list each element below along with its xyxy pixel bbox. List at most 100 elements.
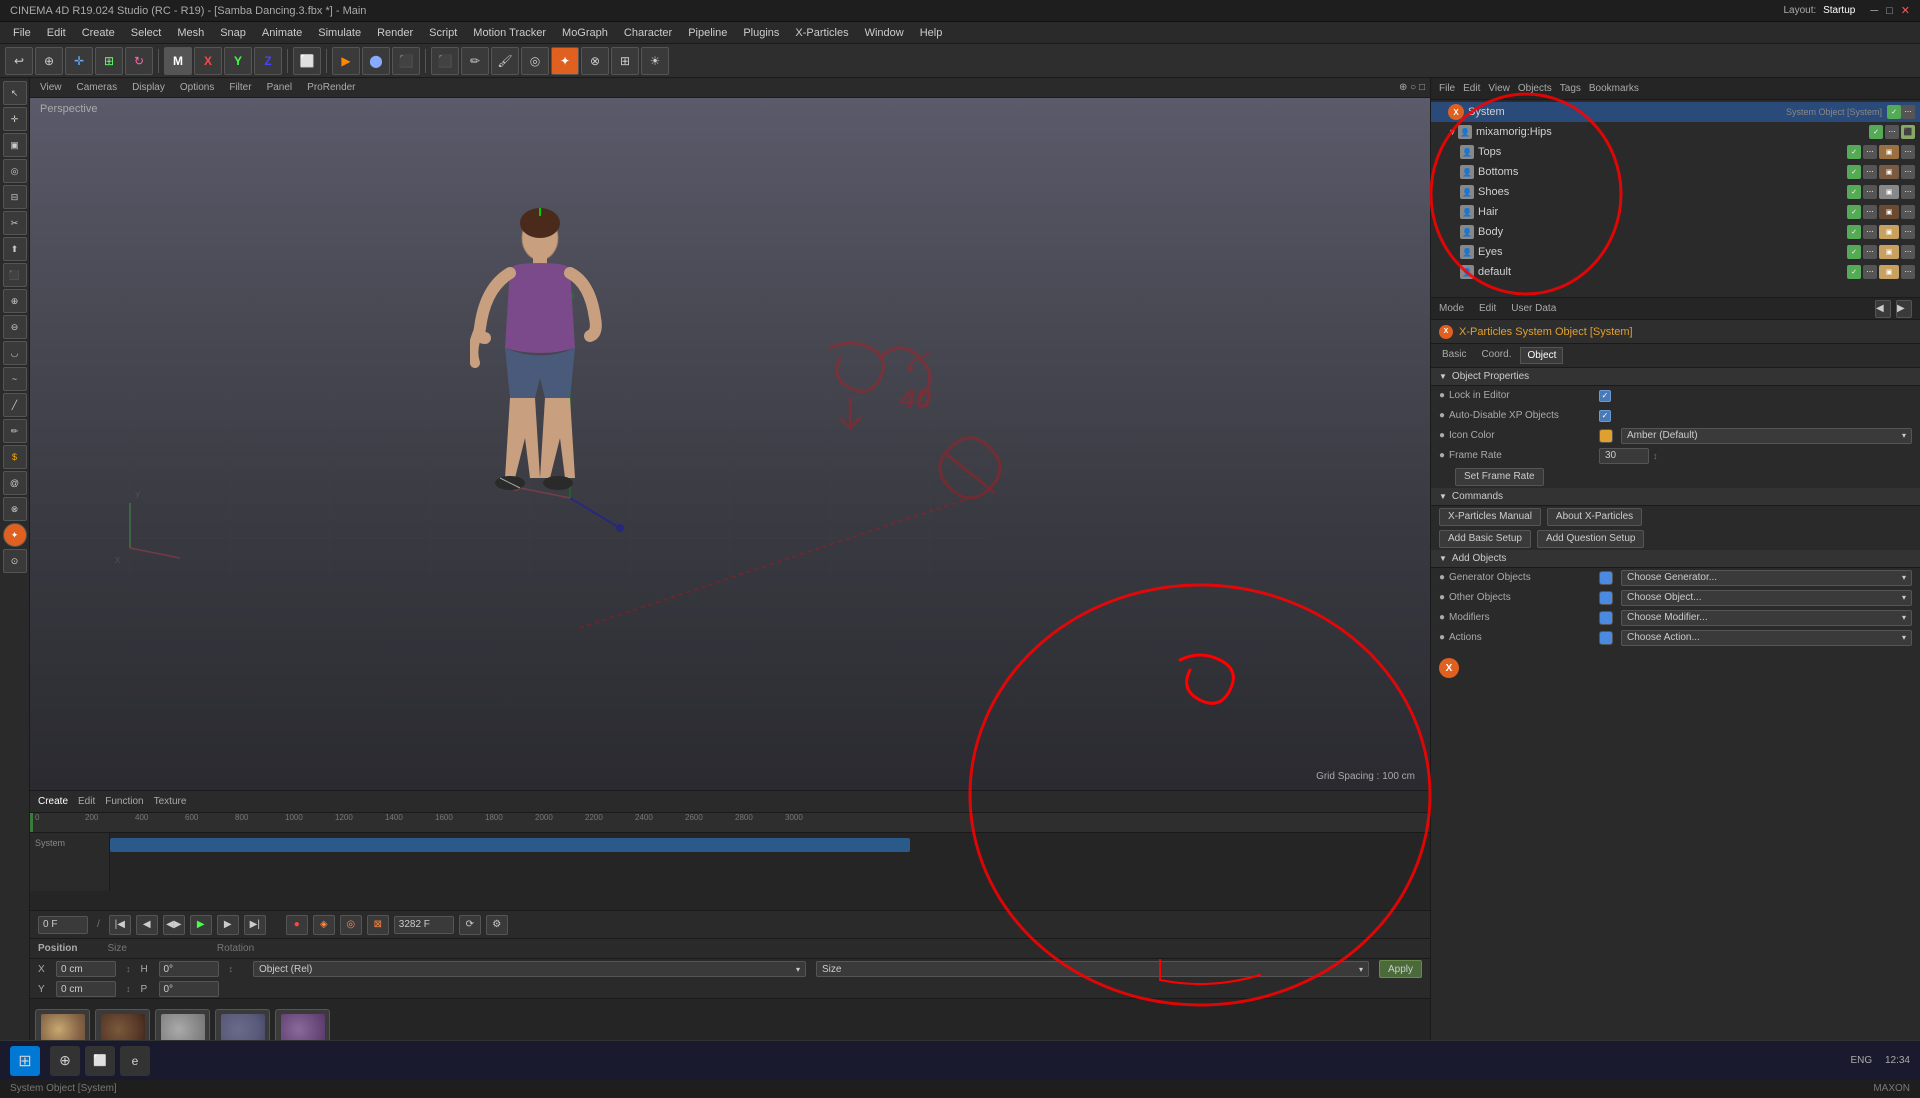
- about-xp-btn[interactable]: About X-Particles: [1547, 508, 1642, 526]
- menu-animate[interactable]: Animate: [254, 27, 310, 39]
- axis-y-btn[interactable]: Y: [224, 47, 252, 75]
- light-btn[interactable]: ☀: [641, 47, 669, 75]
- props-prev-btn[interactable]: ◀: [1875, 300, 1891, 318]
- tab-basic[interactable]: Basic: [1436, 347, 1472, 364]
- sculpt-btn[interactable]: ◎: [521, 47, 549, 75]
- obj-row-bottoms[interactable]: 👤 Bottoms ✓ ⋯ ▣ ⋯: [1431, 162, 1920, 182]
- lt-dollar-btn[interactable]: $: [3, 445, 27, 469]
- obj-row-shoes[interactable]: 👤 Shoes ✓ ⋯ ▣ ⋯: [1431, 182, 1920, 202]
- minimize-btn[interactable]: ─: [1870, 5, 1878, 17]
- lt-pen-btn[interactable]: ✏: [3, 419, 27, 443]
- menu-snap[interactable]: Snap: [212, 27, 254, 39]
- x-pos-field[interactable]: 0 cm: [56, 961, 116, 977]
- coord-system-dropdown[interactable]: Object (Rel) ▾: [253, 961, 806, 977]
- vp-tab-view[interactable]: View: [35, 82, 67, 93]
- props-menu-edit[interactable]: Edit: [1479, 303, 1496, 314]
- tl-tab-create[interactable]: Create: [38, 796, 68, 807]
- obj-props-section[interactable]: ▼ Object Properties: [1431, 368, 1920, 386]
- modifiers-dropdown[interactable]: Choose Modifier... ▾: [1621, 610, 1912, 626]
- menu-pipeline[interactable]: Pipeline: [680, 27, 735, 39]
- go-end-btn[interactable]: ▶|: [244, 915, 266, 935]
- props-menu-mode[interactable]: Mode: [1439, 303, 1464, 314]
- prev-frame-btn[interactable]: ◀: [136, 915, 158, 935]
- add-objects-section[interactable]: ▼ Add Objects: [1431, 550, 1920, 568]
- menu-file[interactable]: File: [5, 27, 39, 39]
- lt-line-btn[interactable]: ╱: [3, 393, 27, 417]
- render-btn[interactable]: ⬛: [392, 47, 420, 75]
- menu-window[interactable]: Window: [857, 27, 912, 39]
- menu-mesh[interactable]: Mesh: [169, 27, 212, 39]
- menu-motion-tracker[interactable]: Motion Tracker: [465, 27, 554, 39]
- p-rot-field[interactable]: 0°: [159, 981, 219, 997]
- next-frame-btn[interactable]: ▶: [217, 915, 239, 935]
- lt-misc-btn[interactable]: ⊙: [3, 549, 27, 573]
- rotate-btn[interactable]: ↻: [125, 47, 153, 75]
- props-next-btn[interactable]: ▶: [1896, 300, 1912, 318]
- tab-coord[interactable]: Coord.: [1475, 347, 1517, 364]
- axis-x-btn[interactable]: X: [194, 47, 222, 75]
- anim-btn[interactable]: ▶: [332, 47, 360, 75]
- lt-knife-btn[interactable]: ✂: [3, 211, 27, 235]
- menu-plugins[interactable]: Plugins: [735, 27, 787, 39]
- add-basic-setup-btn[interactable]: Add Basic Setup: [1439, 530, 1531, 548]
- generator-dropdown[interactable]: Choose Generator... ▾: [1621, 570, 1912, 586]
- obj-row-hair[interactable]: 👤 Hair ✓ ⋯ ▣ ⋯: [1431, 202, 1920, 222]
- object-mode-btn[interactable]: ⬜: [293, 47, 321, 75]
- obj-row-default[interactable]: 👤 default ✓ ⋯ ▣ ⋯: [1431, 262, 1920, 282]
- current-frame-field[interactable]: 0 F: [38, 916, 88, 934]
- loop-btn[interactable]: ⟳: [459, 915, 481, 935]
- obj-menu-bookmarks[interactable]: Bookmarks: [1589, 83, 1639, 94]
- settings-btn[interactable]: ⚙: [486, 915, 508, 935]
- obj-row-system[interactable]: X System System Object [System] ✓ ⋯: [1431, 102, 1920, 122]
- y-pos-field[interactable]: 0 cm: [56, 981, 116, 997]
- other-dropdown[interactable]: Choose Object... ▾: [1621, 590, 1912, 606]
- lt-deform-btn[interactable]: ⊗: [3, 497, 27, 521]
- obj-menu-file[interactable]: File: [1439, 83, 1455, 94]
- record-scale-btn[interactable]: ⊠: [367, 915, 389, 935]
- obj-menu-objects[interactable]: Objects: [1518, 83, 1552, 94]
- vp-tab-options[interactable]: Options: [175, 82, 219, 93]
- record-rot-btn[interactable]: ◎: [340, 915, 362, 935]
- cube-btn[interactable]: ⬛: [431, 47, 459, 75]
- props-menu-userdata[interactable]: User Data: [1511, 303, 1556, 314]
- undo-btn[interactable]: ↩: [5, 47, 33, 75]
- lt-extrude-btn[interactable]: ⬆: [3, 237, 27, 261]
- tl-tab-edit[interactable]: Edit: [78, 796, 95, 807]
- lt-fill-btn[interactable]: ⬛: [3, 263, 27, 287]
- taskbar-edge-btn[interactable]: e: [120, 1046, 150, 1076]
- obj-row-tops[interactable]: 👤 Tops ✓ ⋯ ▣ ⋯: [1431, 142, 1920, 162]
- commands-section[interactable]: ▼ Commands: [1431, 488, 1920, 506]
- menu-select[interactable]: Select: [123, 27, 170, 39]
- tab-object[interactable]: Object: [1520, 347, 1563, 364]
- render-view-btn[interactable]: ⬤: [362, 47, 390, 75]
- lt-viewport-btn[interactable]: ▣: [3, 133, 27, 157]
- mograph-btn[interactable]: ⊗: [581, 47, 609, 75]
- obj-row-body[interactable]: 👤 Body ✓ ⋯ ▣ ⋯: [1431, 222, 1920, 242]
- obj-menu-edit[interactable]: Edit: [1463, 83, 1480, 94]
- h-rot-field[interactable]: 0°: [159, 961, 219, 977]
- menu-xparticles[interactable]: X-Particles: [787, 27, 856, 39]
- scale-btn[interactable]: ⊞: [95, 47, 123, 75]
- camera-btn[interactable]: ⊞: [611, 47, 639, 75]
- obj-menu-view[interactable]: View: [1488, 83, 1510, 94]
- close-btn[interactable]: ✕: [1901, 4, 1910, 17]
- tl-tab-texture[interactable]: Texture: [154, 796, 187, 807]
- vp-tab-cameras[interactable]: Cameras: [72, 82, 123, 93]
- vp-tab-prorender[interactable]: ProRender: [302, 82, 360, 93]
- obj-row-hips[interactable]: ▼ 👤 mixamorig:Hips ✓ ⋯ ⬛: [1431, 122, 1920, 142]
- menu-help[interactable]: Help: [912, 27, 951, 39]
- lt-polygon-btn[interactable]: ◎: [3, 159, 27, 183]
- lt-brush-btn[interactable]: ◡: [3, 341, 27, 365]
- play-btn[interactable]: ▶: [190, 915, 212, 935]
- lock-editor-check[interactable]: ✓: [1599, 390, 1611, 402]
- taskview-btn[interactable]: ⬜: [85, 1046, 115, 1076]
- frame-rate-input[interactable]: 30: [1599, 448, 1649, 464]
- tl-tab-function[interactable]: Function: [105, 796, 143, 807]
- xp-btn[interactable]: ✦: [551, 47, 579, 75]
- pen-btn[interactable]: ✏: [461, 47, 489, 75]
- record-pos-btn[interactable]: ◈: [313, 915, 335, 935]
- actions-dropdown[interactable]: Choose Action... ▾: [1621, 630, 1912, 646]
- vp-tab-display[interactable]: Display: [127, 82, 170, 93]
- auto-disable-check[interactable]: ✓: [1599, 410, 1611, 422]
- search-btn[interactable]: ⊕: [50, 1046, 80, 1076]
